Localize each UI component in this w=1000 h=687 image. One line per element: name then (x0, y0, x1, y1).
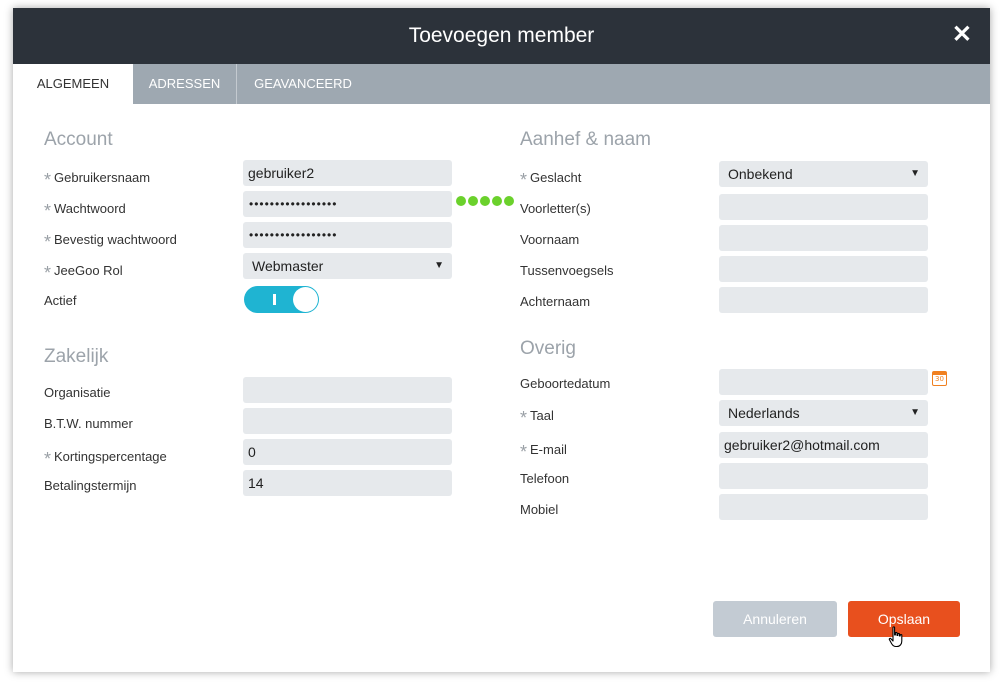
birthdate-label: Geboortedatum (520, 376, 611, 391)
mobile-input[interactable] (719, 494, 928, 520)
username-label: * Gebruikersnaam (44, 166, 151, 190)
dialog-title: Toevoegen member (408, 24, 595, 47)
required-marker: * (44, 449, 52, 469)
tab-algemeen[interactable]: ALGEMEEN (13, 64, 133, 104)
email-label: * E-mail (520, 438, 567, 462)
role-label-text: JeeGoo Rol (54, 263, 123, 278)
section-naam-heading: Aanhef & naam (520, 129, 651, 150)
add-member-dialog: Toevoegen member ✕ ALGEMEEN ADRESSEN GEA… (13, 8, 990, 672)
birthdate-input[interactable] (719, 369, 928, 395)
lastname-label: Achternaam (520, 294, 591, 309)
tab-geavanceerd[interactable]: GEAVANCEERD (237, 64, 369, 104)
phone-input[interactable] (719, 463, 928, 489)
language-select-value: Nederlands (728, 405, 800, 421)
initials-input[interactable] (719, 194, 928, 220)
password-label: * Wachtwoord (44, 197, 126, 221)
section-account-heading: Account (44, 129, 113, 150)
email-input[interactable]: gebruiker2@hotmail.com (719, 432, 928, 458)
strength-dot (480, 196, 490, 206)
gender-label: * Geslacht (520, 166, 582, 190)
dialog-titlebar: Toevoegen member ✕ (13, 8, 990, 64)
tab-bar: ALGEMEEN ADRESSEN GEAVANCEERD (13, 64, 990, 104)
password-confirm-input[interactable]: ••••••••••••••••• (243, 222, 452, 248)
infix-input[interactable] (719, 256, 928, 282)
payment-term-input[interactable]: 14 (243, 470, 452, 496)
cancel-button[interactable]: Annuleren (713, 601, 837, 637)
language-select[interactable]: Nederlands ▼ (719, 400, 928, 426)
discount-input[interactable]: 0 (243, 439, 452, 465)
password-label-text: Wachtwoord (54, 201, 126, 216)
gender-select[interactable]: Onbekend ▼ (719, 161, 928, 187)
language-label-text: Taal (530, 408, 554, 423)
role-select-value: Webmaster (252, 258, 324, 274)
mobile-label: Mobiel (520, 502, 559, 517)
phone-label: Telefoon (520, 471, 570, 486)
section-overig-heading: Overig (520, 338, 576, 359)
firstname-input[interactable] (719, 225, 928, 251)
vat-label: B.T.W. nummer (44, 416, 133, 431)
required-marker: * (44, 201, 52, 221)
strength-dot (456, 196, 466, 206)
payment-term-label: Betalingstermijn (44, 478, 137, 493)
close-icon[interactable]: ✕ (952, 8, 972, 62)
discount-label: * Kortingspercentage (44, 445, 167, 469)
infix-label: Tussenvoegsels (520, 263, 614, 278)
required-marker: * (44, 232, 52, 252)
role-label: * JeeGoo Rol (44, 259, 123, 283)
toggle-knob (293, 287, 318, 312)
password-confirm-label-text: Bevestig wachtwoord (54, 232, 177, 247)
username-label-text: Gebruikersnaam (54, 170, 151, 185)
initials-label: Voorletter(s) (520, 201, 591, 216)
organisation-input[interactable] (243, 377, 452, 403)
discount-label-text: Kortingspercentage (54, 449, 167, 464)
calendar-icon-day: 30 (935, 375, 944, 383)
strength-dot (468, 196, 478, 206)
section-zakelijk-heading: Zakelijk (44, 346, 109, 367)
organisation-label: Organisatie (44, 385, 111, 400)
active-label: Actief (44, 293, 77, 308)
role-select[interactable]: Webmaster ▼ (243, 253, 452, 279)
gender-select-value: Onbekend (728, 166, 793, 182)
password-strength-indicator (456, 196, 514, 206)
chevron-down-icon: ▼ (434, 260, 444, 271)
required-marker: * (44, 263, 52, 283)
chevron-down-icon: ▼ (910, 407, 920, 418)
required-marker: * (520, 408, 528, 428)
firstname-label: Voornaam (520, 232, 580, 247)
required-marker: * (44, 170, 52, 190)
strength-dot (492, 196, 502, 206)
required-marker: * (520, 442, 528, 462)
active-toggle[interactable] (244, 286, 319, 313)
vat-input[interactable] (243, 408, 452, 434)
toggle-on-mark (273, 294, 276, 305)
email-label-text: E-mail (530, 442, 567, 457)
gender-label-text: Geslacht (530, 170, 582, 185)
strength-dot (504, 196, 514, 206)
language-label: * Taal (520, 404, 554, 428)
username-input[interactable]: gebruiker2 (243, 160, 452, 186)
required-marker: * (520, 170, 528, 190)
calendar-icon[interactable]: 30 (932, 371, 947, 386)
hand-cursor-icon (888, 626, 903, 648)
chevron-down-icon: ▼ (910, 168, 920, 179)
password-input[interactable]: ••••••••••••••••• (243, 191, 452, 217)
lastname-input[interactable] (719, 287, 928, 313)
password-confirm-label: * Bevestig wachtwoord (44, 228, 177, 252)
tab-adressen[interactable]: ADRESSEN (133, 64, 236, 104)
